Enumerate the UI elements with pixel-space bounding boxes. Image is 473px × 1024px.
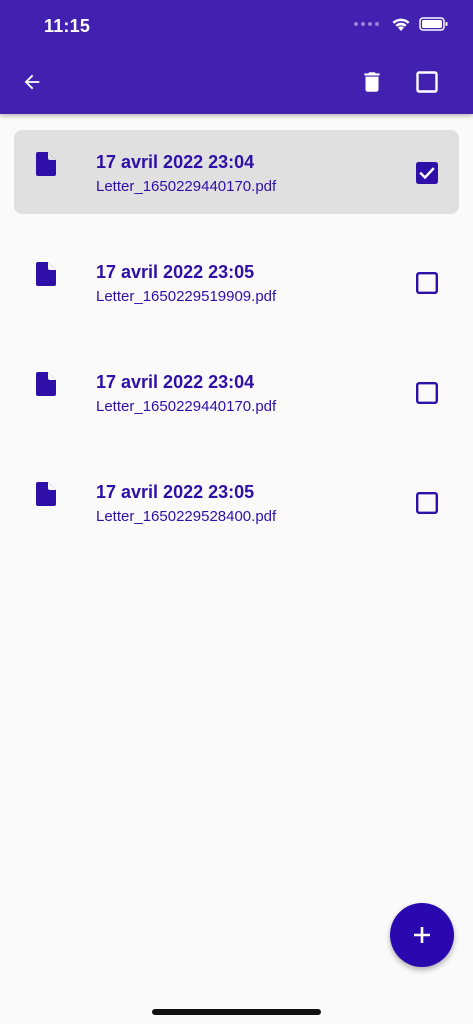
file-name: Letter_1650229528400.pdf	[96, 508, 277, 525]
cellular-signal-icon	[354, 22, 379, 26]
home-indicator[interactable]	[152, 1009, 321, 1015]
file-date: 17 avril 2022 23:04	[96, 152, 255, 172]
checkbox-unchecked[interactable]	[416, 492, 438, 514]
file-name: Letter_1650229519909.pdf	[96, 288, 277, 305]
delete-button[interactable]	[352, 62, 392, 102]
battery-icon	[419, 17, 448, 31]
plus-icon	[414, 927, 430, 943]
list-item[interactable]: 17 avril 2022 23:04 Letter_1650229440170…	[14, 130, 459, 214]
add-document-button[interactable]	[390, 903, 454, 967]
file-date: 17 avril 2022 23:05	[96, 262, 255, 282]
file-date: 17 avril 2022 23:05	[96, 482, 255, 502]
arrow-left-icon	[24, 74, 40, 90]
status-indicators	[354, 16, 449, 32]
wifi-icon	[392, 18, 410, 31]
document-icon	[36, 262, 56, 286]
back-button[interactable]	[12, 62, 52, 102]
checkbox-unchecked[interactable]	[416, 272, 438, 294]
app-bar: 11:15	[0, 0, 473, 114]
checkbox-outline-icon	[416, 71, 438, 93]
file-name: Letter_1650229440170.pdf	[96, 398, 277, 415]
checkbox-unchecked[interactable]	[416, 382, 438, 404]
list-item[interactable]: 17 avril 2022 23:05 Letter_1650229519909…	[14, 240, 459, 324]
status-time: 11:15	[44, 16, 91, 36]
file-date: 17 avril 2022 23:04	[96, 372, 255, 392]
document-icon	[36, 482, 56, 506]
list-item[interactable]: 17 avril 2022 23:05 Letter_1650229528400…	[14, 460, 459, 544]
list-item[interactable]: 17 avril 2022 23:04 Letter_1650229440170…	[14, 350, 459, 434]
checkbox-checked[interactable]	[416, 162, 438, 184]
select-all-button[interactable]	[407, 62, 447, 102]
file-name: Letter_1650229440170.pdf	[96, 178, 277, 195]
trash-icon	[364, 72, 380, 92]
document-icon	[36, 152, 56, 176]
document-icon	[36, 372, 56, 396]
